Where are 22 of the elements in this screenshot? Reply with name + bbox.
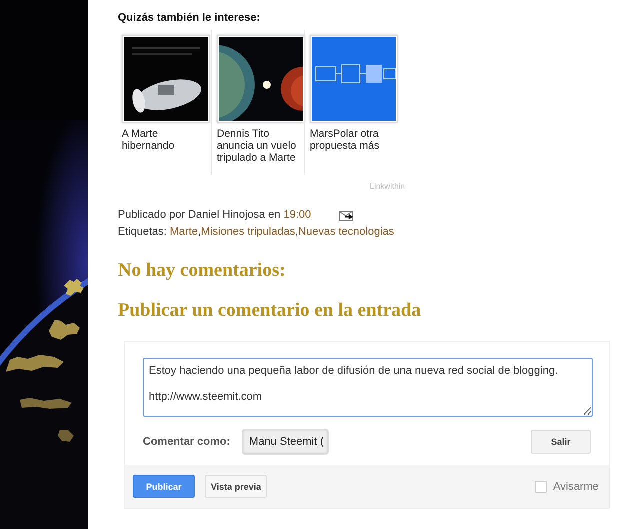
sign-out-button[interactable]: Salir: [531, 430, 591, 454]
related-post-link[interactable]: MarsPolar otra propuesta más: [310, 128, 398, 152]
comment-form-heading: Publicar un comentario en la entrada: [118, 299, 422, 323]
label-link[interactable]: Marte: [170, 224, 198, 241]
byline: Publicado por Daniel Hinojosa en: [118, 208, 281, 223]
separator: ,: [198, 225, 202, 240]
comment-field[interactable]: Estoy haciendo una pequeña labor de difusión de una nueva red social de blogging. http://www.steemit.com: [143, 358, 593, 417]
notify-label: Avisarme: [553, 480, 599, 492]
labels-title: Etiquetas:: [118, 225, 167, 240]
label-link[interactable]: Nuevas tecnologias: [298, 224, 394, 241]
comments-heading: No hay comentarios:: [118, 259, 286, 283]
section-heading: Quizás también le interese:: [118, 12, 260, 24]
email-post-icon[interactable]: [339, 210, 354, 220]
identity-select[interactable]: Manu Steemit (: [242, 429, 330, 455]
label-link[interactable]: Misiones tripuladas: [201, 224, 296, 241]
related-post-link[interactable]: A Marte hibernando: [122, 128, 210, 152]
preview-button[interactable]: Vista previa: [205, 475, 268, 498]
post-time-link[interactable]: 19:00: [284, 207, 312, 224]
comment-as-label: Comentar como:: [143, 436, 230, 448]
separator: ,: [295, 225, 298, 240]
notify-checkbox[interactable]: [535, 480, 548, 492]
related-post-link[interactable]: Dennis Tito anuncia un vuelo tripulado a Marte: [217, 128, 305, 164]
